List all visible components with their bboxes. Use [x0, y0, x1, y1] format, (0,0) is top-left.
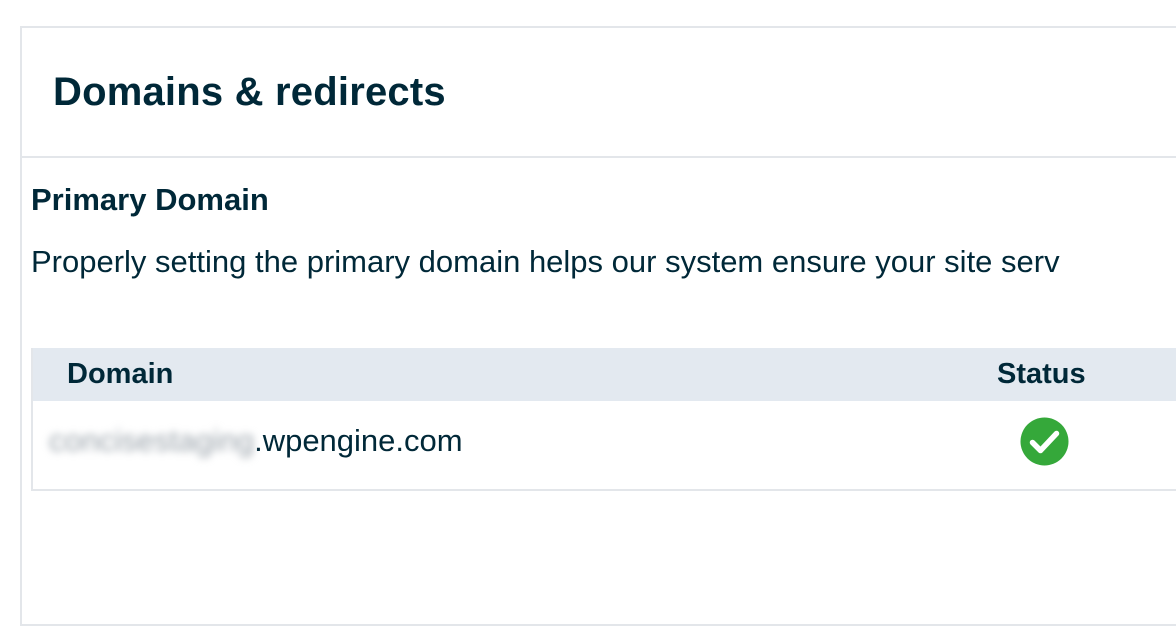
domain-name-redacted: concisestaging	[49, 423, 255, 458]
panel-header: Domains & redirects	[22, 28, 1176, 158]
status-success-icon	[1020, 417, 1069, 466]
table-row: concisestaging.wpengine.com	[33, 401, 1176, 489]
domain-suffix: .wpengine.com	[254, 423, 463, 458]
check-circle-icon	[1020, 417, 1069, 466]
column-header-domain: Domain	[67, 358, 174, 390]
domain-cell: concisestaging.wpengine.com	[49, 421, 463, 461]
domains-panel: Domains & redirects	[20, 26, 1176, 626]
section-description: Properly setting the primary domain help…	[31, 244, 1060, 279]
section-title-primary-domain: Primary Domain	[31, 182, 269, 217]
primary-domain-table: Domain Status concisestaging.wpengine.co…	[31, 348, 1176, 491]
page-title: Domains & redirects	[53, 70, 446, 114]
table-header: Domain Status	[33, 348, 1176, 401]
column-header-status: Status	[997, 358, 1086, 390]
